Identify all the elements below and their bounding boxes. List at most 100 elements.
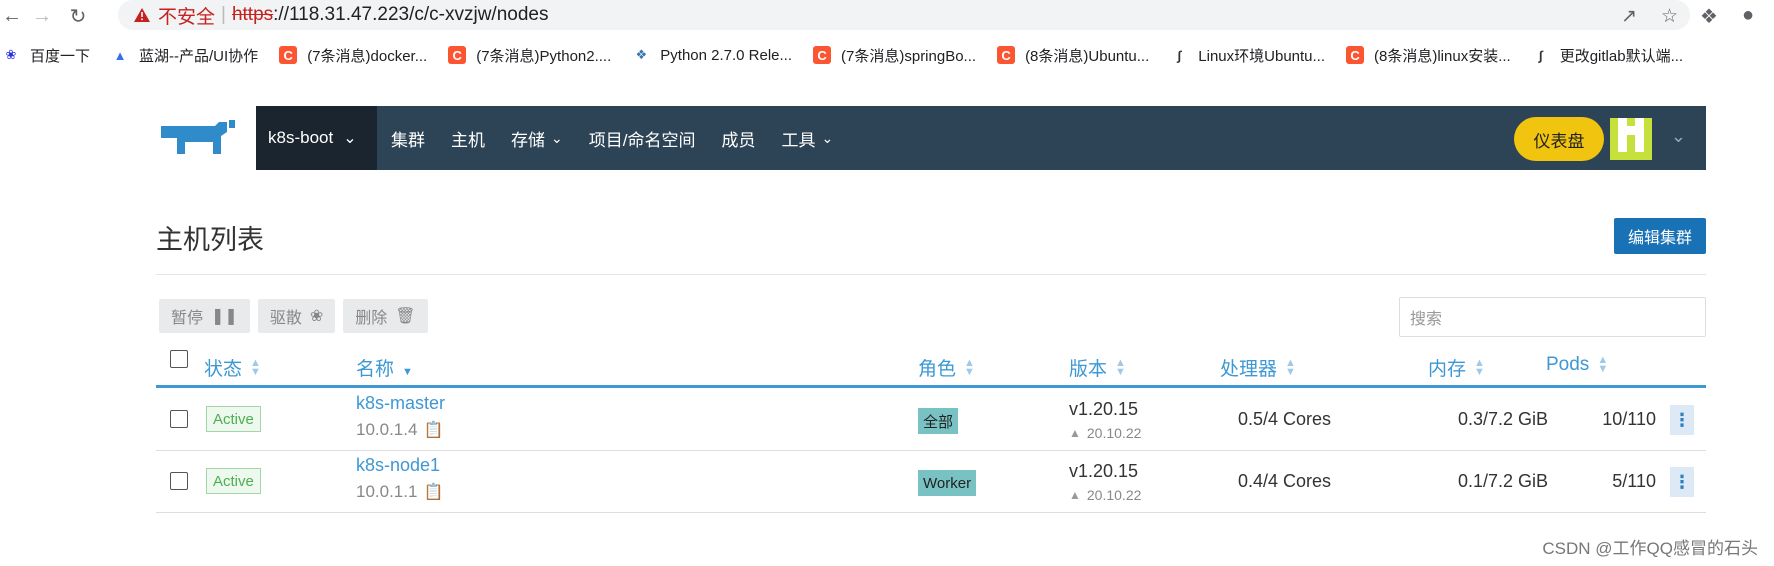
bookmark-item[interactable]: C (7条消息)docker... bbox=[279, 45, 427, 66]
copy-icon[interactable]: 📋 bbox=[423, 482, 443, 502]
bookmark-star-icon[interactable]: ☆ bbox=[1661, 5, 1678, 28]
address-bar[interactable]: 不安全 | https ://118.31.47.223/c/c-xvzjw/n… bbox=[118, 0, 1690, 30]
select-all-checkbox[interactable] bbox=[170, 350, 188, 368]
cluster-selector[interactable]: k8s-boot ⌄ bbox=[256, 106, 377, 170]
column-header-state[interactable]: 状态 ▲ ▼ bbox=[204, 354, 261, 381]
status-badge: Active bbox=[206, 406, 261, 432]
node-name-link[interactable]: k8s-master bbox=[356, 393, 445, 414]
column-label: Pods bbox=[1546, 354, 1590, 375]
bookmark-label: (8条消息)linux安装... bbox=[1374, 47, 1511, 65]
nav-item-hosts[interactable]: 主机 bbox=[451, 126, 485, 151]
row-actions-menu-icon[interactable]: ⋮ bbox=[1670, 405, 1694, 435]
nav-item-label: 集群 bbox=[391, 130, 425, 150]
chevron-down-icon: ⌄ bbox=[551, 129, 563, 146]
pods-count: 10/110 bbox=[1602, 409, 1656, 429]
bookmark-item[interactable]: C (8条消息)linux安装... bbox=[1346, 45, 1511, 66]
node-ip: 10.0.1.4 📋 bbox=[356, 420, 443, 440]
bookmark-item[interactable]: ❖ Python 2.7.0 Rele... bbox=[632, 46, 792, 64]
row-checkbox[interactable] bbox=[170, 472, 188, 490]
sort-icon: ▲ ▼ bbox=[250, 356, 261, 378]
csdn-icon: C bbox=[279, 46, 298, 64]
browser-toolbar: ← → ↻ 不安全 | https ://118.31.47.223/c/c-x… bbox=[0, 0, 1774, 34]
address-separator: | bbox=[221, 4, 226, 25]
column-header-memory[interactable]: 内存 ▲ ▼ bbox=[1428, 354, 1485, 381]
bookmark-label: 更改gitlab默认端... bbox=[1559, 47, 1684, 65]
bookmark-label: (7条消息)Python2.... bbox=[476, 47, 612, 65]
csdn-icon: C bbox=[448, 46, 467, 64]
bookmark-item[interactable]: ❀ 百度一下 bbox=[2, 45, 90, 66]
bookmark-label: Python 2.7.0 Rele... bbox=[660, 46, 793, 64]
page-title: 主机列表 bbox=[156, 225, 264, 255]
nav-item-label: 存储 bbox=[511, 130, 545, 150]
warning-icon[interactable] bbox=[132, 6, 152, 24]
back-arrow-icon[interactable]: ← bbox=[0, 4, 24, 28]
pause-label: 暂停 bbox=[171, 310, 204, 327]
k8s-version: v1.20.15 bbox=[1069, 399, 1139, 419]
search-input[interactable]: 搜索 bbox=[1399, 297, 1706, 337]
nav-item-label: 主机 bbox=[451, 130, 485, 150]
drain-icon: ❀ bbox=[309, 308, 324, 325]
column-header-version[interactable]: 版本 ▲ ▼ bbox=[1069, 354, 1126, 381]
rancher-logo[interactable] bbox=[155, 118, 241, 160]
docker-version-text: 20.10.22 bbox=[1086, 425, 1142, 441]
bookmark-label: 蓝湖--产品/UI协作 bbox=[139, 47, 259, 65]
bookmark-item[interactable]: C (7条消息)springBo... bbox=[813, 45, 976, 66]
column-header-role[interactable]: 角色 ▲ ▼ bbox=[918, 354, 975, 381]
nav-item-storage[interactable]: 存储 ⌄ bbox=[511, 126, 563, 151]
baidu-icon: ❀ bbox=[5, 47, 17, 62]
bookmark-label: Linux环境Ubuntu... bbox=[1198, 47, 1326, 65]
chevron-down-icon: ⌄ bbox=[343, 130, 357, 147]
node-name-link[interactable]: k8s-node1 bbox=[356, 455, 440, 476]
share-icon[interactable]: ↗ bbox=[1621, 5, 1637, 28]
profile-icon[interactable]: ● bbox=[1742, 4, 1754, 29]
bookmark-item[interactable]: ▲ 蓝湖--产品/UI协作 bbox=[111, 45, 259, 66]
pause-button[interactable]: 暂停 ❚❚ bbox=[159, 299, 250, 333]
column-header-pods[interactable]: Pods ▲ ▼ bbox=[1546, 354, 1608, 376]
top-navigation: k8s-boot ⌄ 集群 主机 存储 ⌄ 项目/命名空间 成员 工具 ⌄ 仪表… bbox=[256, 106, 1706, 170]
extensions-puzzle-icon[interactable]: ❖ bbox=[1700, 4, 1718, 29]
bookmark-label: (7条消息)springBo... bbox=[841, 47, 977, 65]
node-ip-text: 10.0.1.1 bbox=[356, 482, 418, 501]
copy-icon[interactable]: 📋 bbox=[423, 420, 443, 440]
delete-button[interactable]: 删除 🗑 bbox=[343, 299, 428, 333]
drain-button[interactable]: 驱散 ❀ bbox=[257, 299, 336, 333]
bookmark-item[interactable]: C (7条消息)Python2.... bbox=[448, 45, 611, 66]
column-label: 处理器 bbox=[1220, 359, 1278, 380]
k8s-version: v1.20.15 bbox=[1069, 461, 1139, 481]
row-checkbox[interactable] bbox=[170, 410, 188, 428]
sort-icon: ▲ ▼ bbox=[1474, 356, 1485, 378]
nav-item-cluster[interactable]: 集群 bbox=[391, 126, 425, 151]
dashboard-button[interactable]: 仪表盘 bbox=[1514, 117, 1604, 161]
column-label: 内存 bbox=[1428, 359, 1467, 380]
column-label: 状态 bbox=[204, 359, 243, 380]
nav-item-tools[interactable]: 工具 ⌄ bbox=[781, 126, 833, 151]
chevron-down-icon: ⌄ bbox=[821, 129, 834, 146]
sort-down-icon: ▲▼ bbox=[402, 365, 413, 378]
docker-icon: ▲ bbox=[1069, 426, 1081, 440]
row-actions-menu-icon[interactable]: ⋮ bbox=[1670, 467, 1694, 497]
forward-arrow-icon[interactable]: → bbox=[30, 4, 54, 28]
nav-item-members[interactable]: 成员 bbox=[721, 126, 755, 151]
csdn-icon: C bbox=[813, 46, 832, 64]
column-header-name[interactable]: 名称 ▲▼ bbox=[356, 354, 413, 381]
column-label: 名称 bbox=[356, 359, 395, 380]
docker-version: ▲ 20.10.22 bbox=[1069, 487, 1141, 503]
lanhu-icon: ▲ bbox=[113, 47, 127, 63]
nav-item-label: 项目/命名空间 bbox=[588, 130, 696, 150]
node-ip: 10.0.1.1 📋 bbox=[356, 482, 443, 502]
avatar[interactable] bbox=[1610, 118, 1652, 160]
bookmark-item[interactable]: ∫ 更改gitlab默认端... bbox=[1532, 45, 1683, 66]
memory-usage: 0.3/7.2 GiB bbox=[1457, 409, 1548, 429]
url-scheme: https bbox=[231, 4, 274, 25]
nav-item-projects[interactable]: 项目/命名空间 bbox=[589, 126, 696, 151]
watermark: CSDN @工作QQ感冒的石头 bbox=[1542, 539, 1758, 558]
url-text: ://118.31.47.223/c/c-xvzjw/nodes bbox=[273, 4, 549, 25]
bookmark-item[interactable]: ∫ Linux环境Ubuntu... bbox=[1170, 45, 1326, 66]
cpu-usage: 0.4/4 Cores bbox=[1238, 471, 1332, 491]
edit-cluster-button[interactable]: 编辑集群 bbox=[1614, 218, 1706, 254]
column-header-cpu[interactable]: 处理器 ▲ ▼ bbox=[1220, 354, 1296, 381]
chevron-down-icon[interactable]: ⌄ bbox=[1671, 126, 1686, 147]
reload-icon[interactable]: ↻ bbox=[66, 4, 90, 28]
cluster-name: k8s-boot bbox=[268, 128, 334, 147]
bookmark-item[interactable]: C (8条消息)Ubuntu... bbox=[997, 45, 1149, 66]
